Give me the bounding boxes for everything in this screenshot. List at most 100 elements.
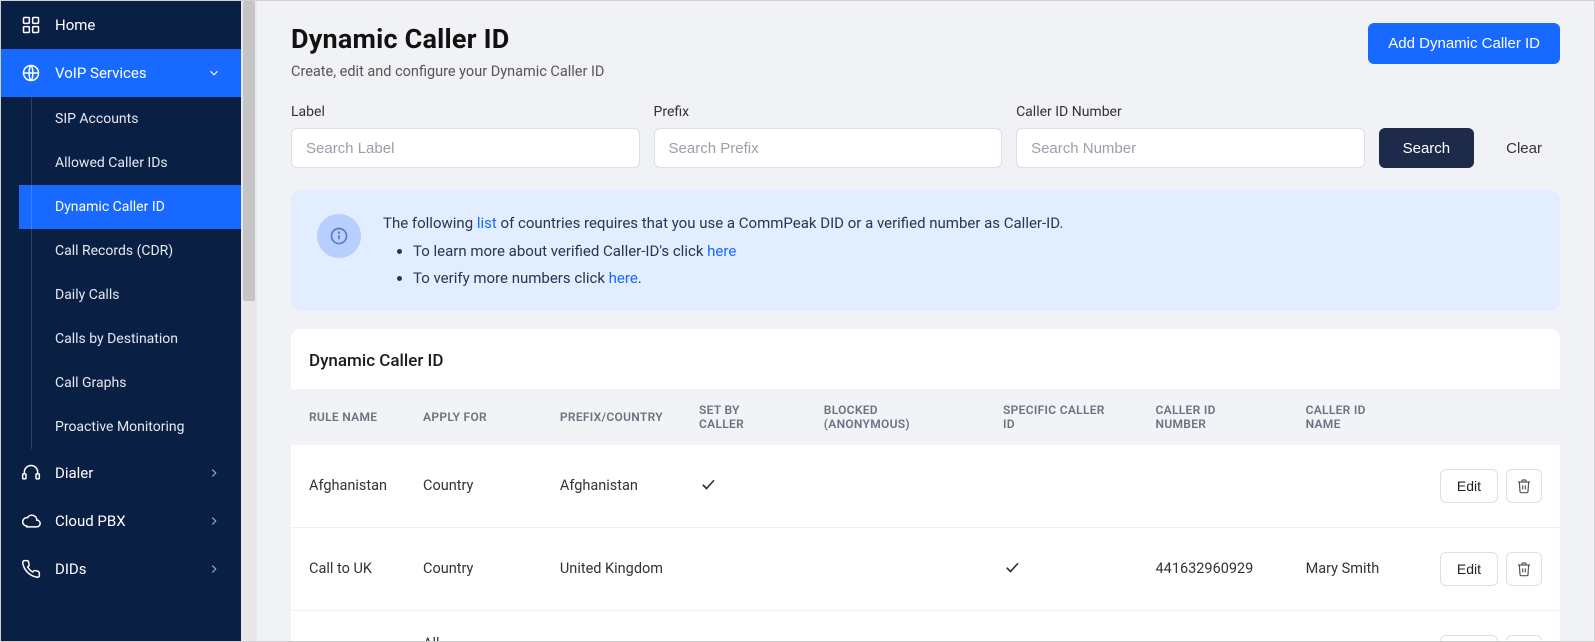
check-icon	[1003, 563, 1021, 580]
cell-apply-for: Country	[405, 445, 542, 528]
cell-rule-name: Afghanistan	[291, 445, 405, 528]
cell-specific	[985, 445, 1138, 528]
cell-blocked	[806, 445, 985, 528]
main-content: Dynamic Caller ID Create, edit and confi…	[257, 1, 1594, 641]
cloud-icon	[21, 511, 41, 531]
cell-actions: Edit	[1422, 527, 1560, 610]
sidebar-sub-sip-accounts[interactable]: SIP Accounts	[19, 97, 241, 141]
cell-rule-name: Call to UK	[291, 527, 405, 610]
chevron-right-icon	[207, 562, 221, 576]
cell-apply-for: Country	[405, 527, 542, 610]
sidebar-item-label: VoIP Services	[55, 64, 147, 82]
sidebar-item-dialer[interactable]: Dialer	[1, 449, 241, 497]
cell-prefix: Afghanistan	[542, 445, 681, 528]
col-actions	[1422, 389, 1560, 445]
cell-apply-for: All Destinations	[405, 610, 542, 641]
sidebar-item-label: Calls by Destination	[55, 331, 178, 347]
banner-text: .	[638, 269, 642, 287]
delete-button[interactable]	[1506, 635, 1542, 641]
sidebar: Home VoIP Services SIP Accounts Allowed …	[1, 1, 241, 641]
app-root: Home VoIP Services SIP Accounts Allowed …	[0, 0, 1595, 642]
edit-button[interactable]: Edit	[1440, 469, 1498, 503]
sidebar-item-label: Call Graphs	[55, 375, 126, 391]
cell-actions: Edit	[1422, 610, 1560, 641]
sidebar-sublist: SIP Accounts Allowed Caller IDs Dynamic …	[1, 97, 241, 449]
scrollbar[interactable]	[241, 1, 257, 641]
trash-icon	[1516, 478, 1532, 494]
sidebar-sub-dynamic-caller-id[interactable]: Dynamic Caller ID	[19, 185, 241, 229]
info-icon	[317, 214, 361, 258]
col-prefix-country: PREFIX/COUNTRY	[542, 389, 681, 445]
table-row: DefaultAll DestinationsAll Edit	[291, 610, 1560, 641]
add-dynamic-caller-id-button[interactable]: Add Dynamic Caller ID	[1368, 23, 1560, 64]
globe-icon	[21, 63, 41, 83]
sidebar-item-label: Daily Calls	[55, 287, 119, 303]
table-row: Call to UKCountryUnited Kingdom 441632960…	[291, 527, 1560, 610]
search-number-input[interactable]	[1016, 128, 1365, 168]
cell-number: 441632960929	[1138, 527, 1288, 610]
sidebar-sub-calls-by-destination[interactable]: Calls by Destination	[19, 317, 241, 361]
cell-blocked	[806, 610, 985, 641]
sidebar-item-label: Home	[55, 16, 95, 34]
edit-button[interactable]: Edit	[1440, 635, 1498, 641]
cell-rule-name: Default	[291, 610, 405, 641]
col-caller-id-number: CALLER ID NUMBER	[1138, 389, 1288, 445]
sidebar-item-label: Allowed Caller IDs	[55, 155, 168, 171]
filter-row: Label Prefix Caller ID Number Search Cle…	[291, 104, 1560, 168]
chevron-right-icon	[207, 514, 221, 528]
sidebar-item-home[interactable]: Home	[1, 1, 241, 49]
table-row: AfghanistanCountryAfghanistan Edit	[291, 445, 1560, 528]
delete-button[interactable]	[1506, 469, 1542, 503]
col-apply-for: APPLY FOR	[405, 389, 542, 445]
banner-text: To verify more numbers click	[413, 269, 609, 287]
page-title: Dynamic Caller ID	[291, 23, 604, 55]
col-rule-name: RULE NAME	[291, 389, 405, 445]
sidebar-item-dids[interactable]: DIDs	[1, 545, 241, 593]
learn-more-link[interactable]: here	[707, 242, 736, 260]
sidebar-item-label: Cloud PBX	[55, 512, 126, 530]
filter-prefix-label: Prefix	[654, 104, 1003, 120]
edit-button[interactable]: Edit	[1440, 552, 1498, 586]
clear-button[interactable]: Clear	[1488, 128, 1560, 168]
sidebar-sub-proactive-monitoring[interactable]: Proactive Monitoring	[19, 405, 241, 449]
sidebar-sub-call-graphs[interactable]: Call Graphs	[19, 361, 241, 405]
cell-blocked	[806, 527, 985, 610]
sidebar-item-label: Call Records (CDR)	[55, 243, 173, 259]
sidebar-sub-call-records[interactable]: Call Records (CDR)	[19, 229, 241, 273]
headset-icon	[21, 463, 41, 483]
sidebar-item-label: SIP Accounts	[55, 111, 138, 127]
banner-text: The following	[383, 214, 477, 232]
cell-actions: Edit	[1422, 445, 1560, 528]
cell-number	[1138, 445, 1288, 528]
col-set-by-caller: SET BY CALLER	[681, 389, 806, 445]
table-card: Dynamic Caller ID RULE NAME APPLY FOR PR…	[291, 329, 1560, 641]
sidebar-sub-daily-calls[interactable]: Daily Calls	[19, 273, 241, 317]
col-blocked: BLOCKED (ANONYMOUS)	[806, 389, 985, 445]
cell-set-by-caller	[681, 527, 806, 610]
search-button[interactable]: Search	[1379, 128, 1475, 168]
page-subtitle: Create, edit and configure your Dynamic …	[291, 63, 604, 80]
sidebar-item-cloud-pbx[interactable]: Cloud PBX	[1, 497, 241, 545]
delete-button[interactable]	[1506, 552, 1542, 586]
countries-list-link[interactable]: list	[477, 214, 497, 232]
cell-prefix: United Kingdom	[542, 527, 681, 610]
grid-icon	[21, 15, 41, 35]
cell-set-by-caller	[681, 445, 806, 528]
search-label-input[interactable]	[291, 128, 640, 168]
chevron-down-icon	[207, 66, 221, 80]
sidebar-item-voip-services[interactable]: VoIP Services	[1, 49, 241, 97]
cell-name	[1288, 445, 1422, 528]
cell-set-by-caller	[681, 610, 806, 641]
caller-id-table: RULE NAME APPLY FOR PREFIX/COUNTRY SET B…	[291, 389, 1560, 641]
page-header: Dynamic Caller ID Create, edit and confi…	[291, 23, 1560, 80]
phone-icon	[21, 559, 41, 579]
cell-name: Mary Smith	[1288, 527, 1422, 610]
scrollbar-thumb[interactable]	[243, 1, 255, 301]
search-prefix-input[interactable]	[654, 128, 1003, 168]
banner-text: To learn more about verified Caller-ID's…	[413, 242, 707, 260]
chevron-right-icon	[207, 466, 221, 480]
cell-prefix: All	[542, 610, 681, 641]
verify-numbers-link[interactable]: here	[609, 269, 638, 287]
sidebar-sub-allowed-caller-ids[interactable]: Allowed Caller IDs	[19, 141, 241, 185]
cell-number	[1138, 610, 1288, 641]
